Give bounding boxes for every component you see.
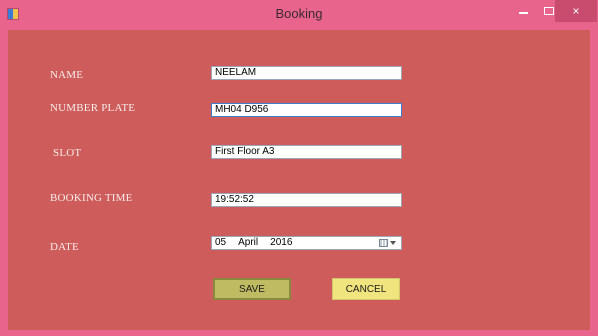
minimize-icon: [518, 11, 528, 14]
save-button[interactable]: SAVE: [213, 278, 291, 300]
date-year: 2016: [270, 237, 293, 248]
booking-time-field[interactable]: 19:52:52: [211, 193, 402, 207]
name-field[interactable]: NEELAM: [211, 66, 402, 80]
chevron-down-icon: [390, 241, 396, 245]
close-button[interactable]: ×: [555, 0, 597, 22]
form-panel: NAME NEELAM NUMBER PLATE MH04 D956 SLOT …: [8, 30, 590, 330]
date-picker[interactable]: 05 April 2016: [211, 236, 402, 250]
title-bar[interactable]: Booking ×: [0, 0, 598, 30]
slot-label: SLOT: [53, 147, 82, 159]
date-month: April: [238, 237, 259, 248]
number-plate-field[interactable]: MH04 D956: [211, 103, 402, 117]
name-label: NAME: [50, 69, 84, 81]
slot-field[interactable]: First Floor A3: [211, 145, 402, 159]
maximize-icon: [544, 7, 554, 15]
cancel-button[interactable]: CANCEL: [332, 278, 400, 300]
minimize-button[interactable]: [509, 0, 537, 22]
booking-window: Booking × NAME NEELAM NUMBER PLATE MH04 …: [0, 0, 598, 336]
date-day: 05: [215, 237, 227, 248]
calendar-dropdown-icon[interactable]: [379, 238, 397, 248]
calendar-icon: [379, 239, 388, 247]
date-label: DATE: [50, 241, 79, 253]
booking-time-label: BOOKING TIME: [50, 192, 133, 204]
number-plate-label: NUMBER PLATE: [50, 102, 136, 114]
